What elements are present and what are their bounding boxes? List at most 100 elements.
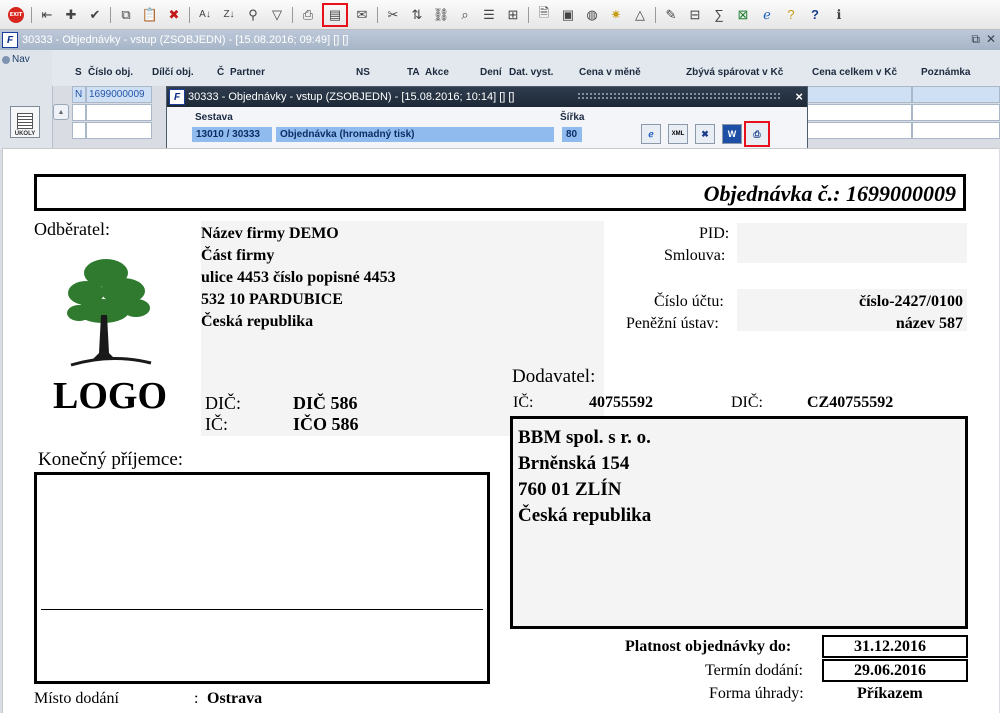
export-word-button[interactable]: W (722, 124, 742, 144)
column-header[interactable]: Dat. vyst. (509, 67, 553, 78)
close-window-icon[interactable]: ✕ (986, 32, 996, 47)
info-icon[interactable]: ℹ (829, 5, 849, 25)
first-record-icon[interactable]: ⇤ (37, 5, 57, 25)
word-icon: W (727, 129, 737, 139)
nav-button[interactable]: Nav (2, 54, 30, 65)
mark-icon[interactable]: ✔ (85, 5, 105, 25)
document-icon[interactable]: 🗎 (534, 5, 554, 25)
column-header[interactable]: Cena celkem v Kč (812, 67, 897, 78)
list-icon[interactable]: ☰ (479, 5, 499, 25)
customer-city: 532 10 PARDUBICE (201, 291, 343, 308)
misto-separator: : (194, 690, 199, 707)
export-html-button[interactable]: ℯ (641, 124, 661, 144)
edit-icon[interactable]: ✎ (661, 5, 681, 25)
app-logo-icon: F (169, 89, 185, 105)
grid-cell[interactable] (806, 86, 912, 103)
xml-icon: XML (671, 131, 685, 137)
sort-desc-icon[interactable]: Z↓ (219, 5, 239, 25)
platnost-label: Platnost objednávky do: (625, 638, 792, 655)
grid-cell[interactable] (86, 122, 152, 139)
help-key-icon[interactable]: ? (781, 5, 801, 25)
column-header[interactable]: Dílčí obj. (152, 67, 194, 78)
grid-cell[interactable] (806, 122, 912, 139)
toolbar-separator (189, 6, 190, 23)
customer-dic-label: DIČ: (205, 393, 241, 413)
search-icon[interactable]: ⌕ (455, 5, 475, 25)
delete-icon[interactable]: ✖ (164, 5, 184, 25)
grid-cell[interactable] (72, 122, 86, 139)
paste-icon[interactable]: 📋 (140, 5, 160, 25)
add-icon[interactable]: ✚ (61, 5, 81, 25)
misto-label: Místo dodání (34, 690, 119, 707)
grid-cell[interactable] (912, 122, 1000, 139)
window-title: 30333 - Objednávky - vstup (ZSOBJEDN) - … (22, 34, 349, 46)
nav-icon (2, 55, 10, 64)
print-preview-icon[interactable]: ▤ (322, 2, 348, 27)
grid-cell[interactable] (912, 104, 1000, 121)
grid-cell[interactable] (912, 86, 1000, 103)
column-header[interactable]: TA (407, 67, 420, 78)
misto-value: Ostrava (207, 690, 263, 707)
column-header[interactable]: Dení (480, 67, 502, 78)
scroll-up-button[interactable]: ▲ (53, 104, 69, 120)
internet-explorer-icon[interactable]: ℯ (757, 5, 777, 25)
customer-name: Název firmy DEMO (201, 225, 339, 242)
sestava-label: Sestava (195, 112, 233, 123)
copy-icon[interactable]: ⧉ (116, 5, 136, 25)
column-header[interactable]: Poznámka (921, 67, 970, 78)
forma-value: Příkazem (857, 685, 923, 702)
supplier-dic: CZ40755592 (807, 394, 894, 411)
column-header[interactable]: NS (356, 67, 370, 78)
globe-icon[interactable]: ◍ (582, 5, 602, 25)
sirka-field[interactable]: 80 (562, 127, 582, 142)
print-icon[interactable]: ⎙ (298, 5, 318, 25)
print-preview-button[interactable]: ⎙ (744, 121, 770, 147)
filter-icon[interactable]: ▽ (267, 5, 287, 25)
grid-cell[interactable] (86, 104, 152, 121)
toolbar-separator (528, 6, 529, 23)
order-number-cell[interactable]: 1699000009 (86, 86, 152, 103)
exit-icon: EXIT (8, 6, 24, 23)
supplier-country: Česká republika (518, 505, 652, 526)
column-header[interactable]: Zbývá spárovat v Kč (686, 67, 783, 78)
column-header[interactable]: Cena v měně (579, 67, 641, 78)
link-icon[interactable]: ⛓ (431, 5, 451, 25)
cut-icon[interactable]: ✂ (383, 5, 403, 25)
tasks-button[interactable]: ÚKOLY (10, 106, 40, 138)
export-xml-button[interactable]: XML (668, 124, 688, 144)
sestava-name-field[interactable]: Objednávka (hromadný tisk) (276, 127, 554, 142)
column-header[interactable]: Partner (230, 67, 265, 78)
sum-icon[interactable]: ∑ (709, 5, 729, 25)
termin-label: Termín dodání: (705, 662, 803, 679)
grid-cell[interactable] (72, 104, 86, 121)
odberatel-label: Odběratel: (34, 219, 110, 239)
chart-icon[interactable]: △ (630, 5, 650, 25)
supplier-box: BBM spol. s r. o. Brněnská 154 760 01 ZL… (510, 416, 968, 629)
restore-window-icon[interactable]: ⧉ (971, 32, 980, 47)
sort-asc-icon[interactable]: A↓ (195, 5, 215, 25)
email-icon[interactable]: ✉ (352, 5, 372, 25)
drag-handle[interactable] (577, 92, 782, 101)
export-button[interactable]: ✖ (695, 124, 715, 144)
calculator-icon[interactable]: ⊟ (685, 5, 705, 25)
grid-cell[interactable] (806, 104, 912, 121)
toolbar-separator (110, 6, 111, 23)
filter-key-icon[interactable]: ⚲ (243, 5, 263, 25)
close-icon[interactable]: × (795, 89, 803, 104)
settings-icon[interactable]: ✷ (606, 5, 626, 25)
supplier-street: Brněnská 154 (518, 453, 630, 474)
customer-ic-label: IČ: (205, 414, 229, 434)
help-icon[interactable]: ? (805, 5, 825, 25)
toolbar-separator (31, 6, 32, 23)
exit-button[interactable]: EXIT (6, 5, 26, 25)
column-header[interactable]: Č (217, 67, 224, 78)
status-cell[interactable]: N (72, 86, 86, 103)
move-icon[interactable]: ⇅ (407, 5, 427, 25)
column-header[interactable]: S (75, 67, 82, 78)
column-header[interactable]: Akce (425, 67, 449, 78)
tree-icon[interactable]: ⊞ (503, 5, 523, 25)
save-icon[interactable]: ▣ (558, 5, 578, 25)
sestava-code-field[interactable]: 13010 / 30333 (192, 127, 272, 142)
excel-icon[interactable]: ⊠ (733, 5, 753, 25)
column-header[interactable]: Číslo obj. (88, 67, 133, 78)
